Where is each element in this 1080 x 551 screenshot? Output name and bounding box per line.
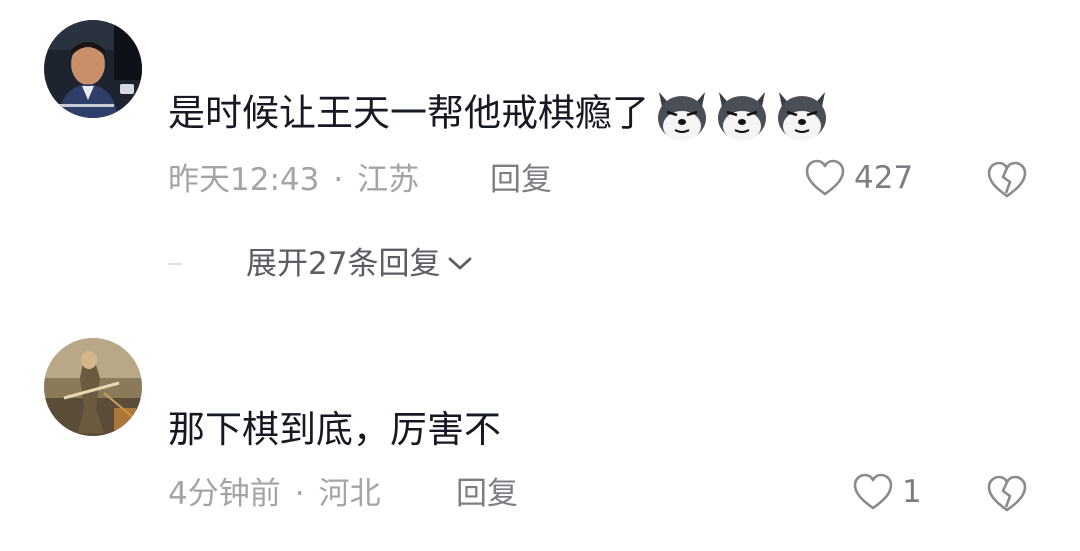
like-count: 1: [902, 474, 922, 510]
comment-text-content: 是时候让王天一帮他戒棋瘾了: [168, 91, 649, 135]
comment-text: 是时候让王天一帮他戒棋瘾了: [168, 88, 831, 142]
comment-meta: 昨天12:43 · 江苏: [168, 160, 419, 200]
husky-dog-emoji-icon: [778, 92, 826, 141]
heart-icon: [853, 473, 893, 510]
comment-meta: 4分钟前 · 河北: [168, 474, 381, 514]
avatar[interactable]: [44, 20, 142, 118]
like-button[interactable]: 1: [852, 472, 922, 512]
reply-button[interactable]: 回复: [490, 160, 552, 200]
husky-dog-emoji-icon: [718, 92, 766, 141]
like-button[interactable]: 427: [804, 158, 913, 198]
meta-separator: ·: [294, 476, 305, 512]
broken-heart-icon: [987, 161, 1027, 198]
expand-replies-label: 展开27条回复: [246, 246, 441, 282]
heart-icon: [805, 159, 845, 196]
dislike-button[interactable]: [986, 160, 1028, 204]
chevron-down-icon: [449, 257, 472, 270]
comment-time: 昨天12:43: [168, 162, 320, 198]
husky-dog-emoji-icon: [658, 92, 706, 141]
avatar-image: [44, 20, 142, 118]
like-count: 427: [854, 160, 914, 196]
expand-divider: [168, 263, 182, 265]
meta-separator: ·: [333, 162, 344, 198]
comment-location: 江苏: [357, 162, 420, 198]
avatar-image: [44, 338, 142, 436]
avatar[interactable]: [44, 338, 142, 436]
reply-button[interactable]: 回复: [456, 474, 518, 514]
expand-replies-button[interactable]: 展开27条回复: [246, 244, 474, 284]
comment-item: 那下棋到底，厉害不 4分钟前 · 河北 回复 1: [0, 300, 1080, 551]
emoji-group: [653, 88, 831, 142]
comment-text: 那下棋到底，厉害不: [168, 408, 501, 451]
comment-time: 4分钟前: [168, 476, 281, 512]
broken-heart-icon: [987, 475, 1027, 512]
dislike-button[interactable]: [986, 474, 1028, 518]
comment-item: 是时候让王天一帮他戒棋瘾了 昨天12:43 · 江苏 回复 427 展开27条回…: [0, 0, 1080, 300]
comment-location: 河北: [318, 476, 381, 512]
